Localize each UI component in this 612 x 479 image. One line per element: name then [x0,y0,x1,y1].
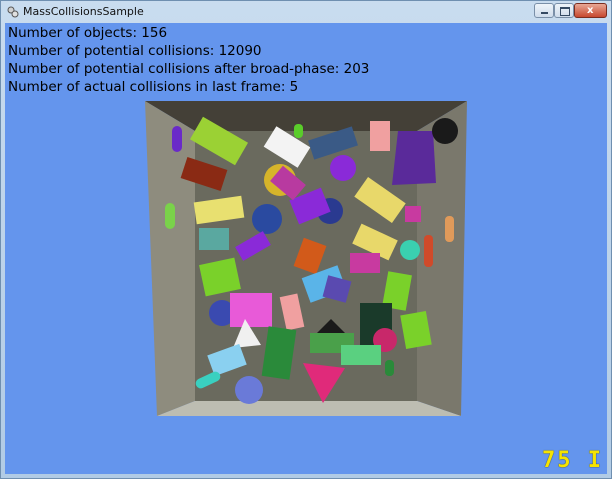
capsule-object [294,124,303,138]
sphere-object [252,204,282,234]
sphere-object [330,155,356,181]
box-object [392,131,436,185]
fps-counter: 75 I [542,448,603,473]
box-left-wall [145,101,195,416]
close-button[interactable]: x [574,3,607,18]
app-icon [7,6,19,18]
potential-collisions-text: Number of potential collisions: 12090 [8,43,262,59]
box-object [405,206,421,222]
render-viewport[interactable]: Number of objects: 156 Number of potenti… [5,23,607,474]
box-object [350,253,380,273]
capsule-object [172,126,182,152]
maximize-button[interactable] [554,3,574,18]
box-object [230,293,272,327]
window-title: MassCollisionsSample [23,5,144,18]
box-top-wall [145,101,467,131]
app-window: MassCollisionsSample x Number of objects… [0,0,612,479]
actual-collisions-text: Number of actual collisions in last fram… [8,79,299,95]
objects-count-text: Number of objects: 156 [8,25,168,41]
title-bar[interactable]: MassCollisionsSample x [1,1,611,23]
stats-overlay: Number of objects: 156 Number of potenti… [8,24,369,96]
box-object [341,345,381,365]
capsule-object [445,216,454,242]
box-object [370,121,390,151]
box-floor [157,401,461,416]
broadphase-collisions-text: Number of potential collisions after bro… [8,61,370,77]
capsule-object [424,235,433,267]
close-icon: x [587,5,594,16]
capsule-object [165,203,175,229]
sphere-object [432,118,458,144]
capsule-object [385,360,394,376]
sphere-object [400,240,420,260]
sphere-object [235,376,263,404]
box-object [199,228,229,250]
minimize-button[interactable] [534,3,554,18]
